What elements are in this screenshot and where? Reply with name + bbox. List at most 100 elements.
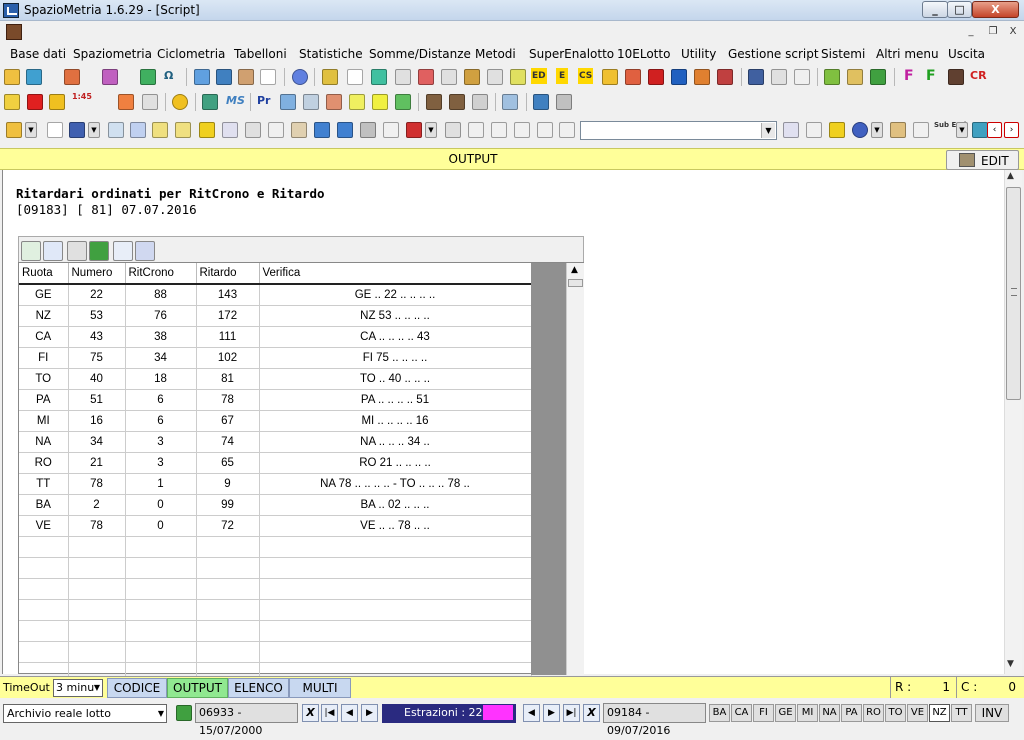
cell-ritcrono[interactable]: 0 [125,515,197,537]
range-end[interactable]: 09184 - 09/07/2016 [603,703,706,737]
archive-arrow-icon[interactable]: ▼ [158,705,164,722]
bar-chart-icon[interactable] [748,69,764,85]
ruota-button-pa[interactable]: PA [841,704,862,722]
export-icon[interactable] [913,122,929,138]
hand-icon[interactable] [238,69,254,85]
mdi-minimize-button[interactable]: _ [962,24,980,40]
timeout-select[interactable]: 3 minu ▼ [53,679,103,697]
grid-f-icon[interactable] [510,69,526,85]
grid-d-icon[interactable] [464,69,480,85]
grid-e-icon[interactable] [487,69,503,85]
help-icon[interactable] [852,122,868,138]
print-icon[interactable] [360,122,376,138]
grid-c-icon[interactable] [441,69,457,85]
sub-dropdown-icon[interactable]: ▼ [956,122,968,138]
save-dropdown-icon[interactable]: ▼ [88,122,100,138]
flag-icon[interactable] [27,94,43,110]
cell-ritcrono[interactable]: 6 [125,389,197,411]
menu-uscita[interactable]: Uscita [948,47,985,61]
end-prev-icon[interactable]: ◀ [523,704,540,722]
prev-icon[interactable]: ◀ [341,704,358,722]
wand-icon[interactable] [890,122,906,138]
f-magenta-icon[interactable]: F [904,68,914,84]
minimize-button[interactable]: _ [922,1,948,18]
timeout-arrow-icon[interactable]: ▼ [94,680,100,696]
arrows-icon[interactable] [118,94,134,110]
open-folder-icon[interactable] [4,69,20,85]
menu-statistiche[interactable]: Statistiche [299,47,363,61]
bolt-icon[interactable] [199,122,215,138]
ratio-icon[interactable]: 1:45 [72,93,92,101]
cell-ritardo[interactable]: 67 [196,410,260,432]
cell-numero[interactable]: 34 [68,431,126,453]
ruota-button-ro[interactable]: RO [863,704,884,722]
grid-a-icon[interactable] [395,69,411,85]
cell-ritardo[interactable]: 172 [196,305,260,327]
star-icon[interactable] [49,94,65,110]
grid-filter-icon[interactable] [21,241,41,261]
line-chart-icon[interactable] [794,69,810,85]
binoculars-icon[interactable] [43,241,63,261]
cell-verifica[interactable]: GE .. 22 .. .. .. .. [259,284,532,306]
ruota-button-na[interactable]: NA [819,704,840,722]
cell-numero[interactable]: 78 [68,473,126,495]
redo-icon[interactable] [337,122,353,138]
tab-output[interactable]: OUTPUT [167,678,228,698]
ruota-button-nz[interactable]: NZ [929,704,950,722]
chart-icon[interactable] [216,69,232,85]
extra-icon[interactable] [972,122,988,138]
function-combo[interactable]: ▼ [580,121,777,140]
cs-icon[interactable]: CS [578,68,594,84]
info-icon[interactable] [533,94,549,110]
document-icon[interactable] [260,69,276,85]
list-icon[interactable] [671,69,687,85]
menu-metodi[interactable]: Metodi [475,47,516,61]
cell-ritcrono[interactable]: 34 [125,347,197,369]
keypad-icon[interactable] [502,94,518,110]
column-header-ritardo[interactable]: Ritardo [196,263,260,285]
cell-ritardo[interactable]: 99 [196,494,260,516]
cell-verifica[interactable]: FI 75 .. .. .. .. [259,347,532,369]
cell-verifica[interactable]: NA 78 .. .. .. .. - TO .. .. .. 78 .. [259,473,532,495]
tab-elenco[interactable]: ELENCO [228,678,289,698]
column-header-numero[interactable]: Numero [68,263,126,285]
tab-codice[interactable]: CODICE [107,678,167,698]
cr-icon[interactable]: CR [970,68,987,84]
table-row[interactable]: PA 51 6 78 PA .. .. .. .. 51 [19,389,532,411]
chevron-right-icon[interactable]: › [1004,122,1019,138]
lines-icon[interactable] [468,122,484,138]
cell-ritcrono[interactable]: 38 [125,326,197,348]
cell-verifica[interactable]: NA .. .. .. 34 .. [259,431,532,453]
ruota-button-ca[interactable]: CA [731,704,752,722]
paste-icon[interactable] [291,122,307,138]
edit-doc-icon[interactable] [152,122,168,138]
indent-more-icon[interactable] [537,122,553,138]
cell-numero[interactable]: 43 [68,326,126,348]
ruota-button-to[interactable]: TO [885,704,906,722]
copy-doc-icon[interactable] [245,122,261,138]
cell-ritardo[interactable]: 74 [196,431,260,453]
lightning-icon[interactable] [602,69,618,85]
cell-ritcrono[interactable]: 3 [125,431,197,453]
inv-button[interactable]: INV [975,704,1009,722]
warning-icon[interactable] [648,69,664,85]
edit-button[interactable]: EDIT [946,150,1019,170]
find-icon[interactable] [445,122,461,138]
globe-red-icon[interactable] [64,69,80,85]
new-icon[interactable] [47,122,63,138]
cell-ruota[interactable]: MI [19,410,69,432]
cell-numero[interactable]: 2 [68,494,126,516]
cell-verifica[interactable]: MI .. .. .. .. 16 [259,410,532,432]
xyz-icon[interactable] [202,94,218,110]
table-row[interactable]: MI 16 6 67 MI .. .. .. .. 16 [19,410,532,432]
menu-10elotto[interactable]: 10ELotto [617,47,670,61]
text-a-icon[interactable] [222,122,238,138]
cell-verifica[interactable]: CA .. .. .. .. 43 [259,326,532,348]
ms-icon[interactable]: MS [226,93,245,109]
cell-ritardo[interactable]: 72 [196,515,260,537]
next-icon[interactable]: ▶ [361,704,378,722]
cell-numero[interactable]: 51 [68,389,126,411]
cell-numero[interactable]: 22 [68,284,126,306]
save-icon[interactable] [69,122,85,138]
cell-verifica[interactable]: PA .. .. .. .. 51 [259,389,532,411]
